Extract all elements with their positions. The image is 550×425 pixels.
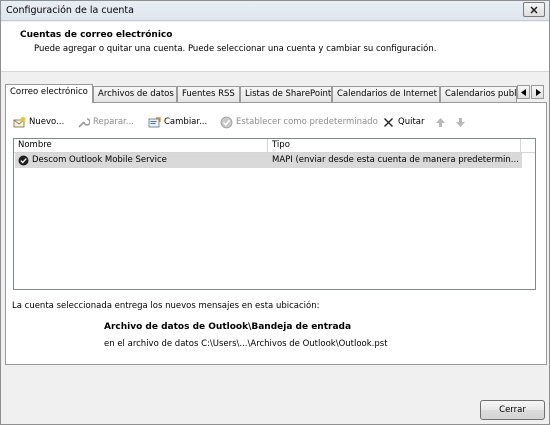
remove-button[interactable]: Quitar [382, 113, 424, 131]
move-up-button[interactable] [434, 113, 447, 131]
account-settings-dialog: Configuración de la cuenta Cuentas de co… [0, 0, 550, 425]
tab-sharepoint-lists[interactable]: Listas de SharePoint [240, 86, 332, 102]
change-label: Cambiar... [164, 117, 208, 127]
tab-data-files[interactable]: Archivos de datos [93, 86, 177, 102]
account-list-header: Nombre Tipo [14, 139, 535, 153]
remove-x-icon [384, 117, 393, 127]
tab-scroll-left[interactable] [517, 85, 530, 99]
tab-strip: Correo electrónico Archivos de datos Fue… [5, 84, 547, 103]
header-panel: Cuentas de correo electrónico Puede agre… [1, 22, 549, 72]
new-account-label: Nuevo... [29, 117, 65, 127]
tab-rss-feeds[interactable]: Fuentes RSS [177, 86, 240, 102]
tab-email[interactable]: Correo electrónico [5, 84, 93, 103]
set-default-button[interactable]: Establecer como predeterminado [220, 113, 378, 131]
wrench-icon [78, 117, 90, 128]
delivery-store-path: en el archivo de datos C:\Users\...\Arch… [104, 339, 388, 349]
checkmark-circle-icon [220, 116, 233, 128]
close-button[interactable]: Cerrar [480, 400, 545, 420]
tab-internet-calendars[interactable]: Calendarios de Internet [332, 86, 440, 102]
triangle-right-icon [535, 88, 541, 96]
change-button[interactable]: Cambiar... [148, 113, 207, 131]
tab-published-calendars[interactable]: Calendarios publi [440, 86, 517, 102]
column-divider[interactable] [520, 139, 521, 153]
account-row[interactable]: Descom Outlook Mobile Service MAPI (envi… [15, 153, 522, 168]
delivery-store-name: Archivo de datos de Outlook\Bandeja de e… [104, 322, 352, 332]
close-icon [530, 5, 538, 14]
remove-label: Quitar [398, 117, 425, 127]
window-close-button[interactable] [523, 2, 545, 17]
new-mail-icon [13, 116, 26, 127]
account-toolbar: Nuevo... Reparar... Cambiar... Establece… [11, 113, 531, 131]
title-bar: Configuración de la cuenta [1, 1, 549, 21]
column-header-type[interactable]: Tipo [268, 140, 518, 153]
move-down-button[interactable] [454, 113, 467, 131]
repair-label: Reparar... [93, 117, 134, 127]
change-settings-icon [148, 116, 161, 127]
account-list: Nombre Tipo Descom Outlook Mobile Servic… [13, 138, 536, 290]
arrow-down-icon [456, 117, 465, 127]
column-header-name[interactable]: Nombre [14, 140, 266, 153]
repair-button[interactable]: Reparar... [77, 113, 134, 131]
header-description: Puede agregar o quitar una cuenta. Puede… [34, 44, 437, 54]
account-name: Descom Outlook Mobile Service [32, 155, 167, 165]
window-title: Configuración de la cuenta [6, 5, 134, 16]
default-account-check-icon [18, 155, 29, 166]
header-title: Cuentas de correo electrónico [20, 30, 173, 40]
triangle-left-icon [520, 88, 526, 96]
set-default-label: Establecer como predeterminado [236, 117, 378, 127]
account-type: MAPI (enviar desde esta cuenta de manera… [272, 155, 519, 165]
new-account-button[interactable]: Nuevo... [13, 113, 64, 131]
tab-scroll-right[interactable] [531, 85, 544, 99]
delivery-info-text: La cuenta seleccionada entrega los nuevo… [12, 301, 320, 311]
arrow-up-icon [436, 117, 445, 127]
